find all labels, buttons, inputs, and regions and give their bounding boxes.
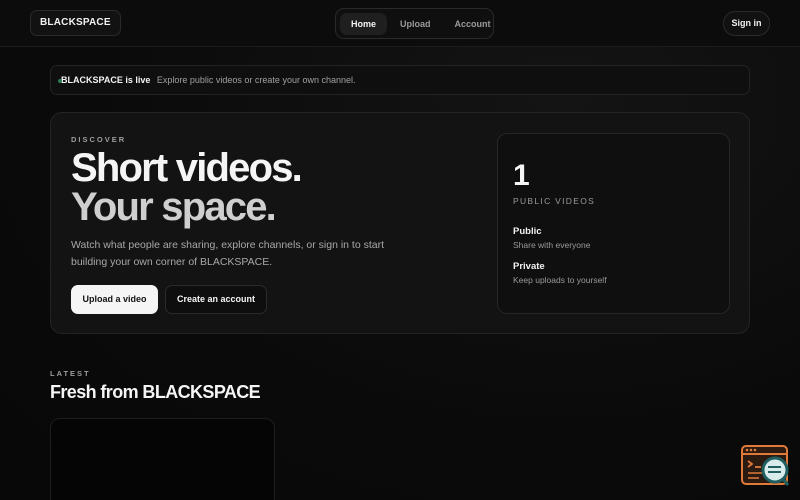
latest-eyebrow: LATEST <box>50 369 91 378</box>
video-card[interactable] <box>50 418 275 500</box>
main-nav: Home Upload Account <box>335 8 494 39</box>
hero-headline: Short videos. Your space. <box>71 146 303 229</box>
upload-video-button[interactable]: Upload a video <box>71 285 158 314</box>
public-video-count: 1 <box>513 159 530 192</box>
sign-in-button[interactable]: Sign in <box>723 11 770 36</box>
visibility-private-subtitle: Keep uploads to yourself <box>513 275 607 285</box>
stats-card: 1 PUBLIC VIDEOS Public Share with everyo… <box>497 133 730 314</box>
hero-panel: DISCOVER Short videos. Your space. Watch… <box>50 112 750 334</box>
banner-title: BLACKSPACE is live <box>61 75 151 85</box>
nav-account[interactable]: Account <box>444 13 502 35</box>
banner-message: Explore public videos or create your own… <box>156 75 356 85</box>
public-video-count-label: PUBLIC VIDEOS <box>513 196 596 206</box>
visibility-public-title: Public <box>513 226 542 237</box>
headline-line-1: Short videos. <box>71 146 303 190</box>
latest-title: Fresh from BLACKSPACE <box>50 382 261 402</box>
visibility-private-title: Private <box>513 261 545 272</box>
live-indicator-dot <box>58 79 62 83</box>
live-banner: BLACKSPACE is live Explore public videos… <box>50 65 750 95</box>
brand-logo[interactable]: BLACKSPACE <box>30 10 121 36</box>
hero-description: Watch what people are sharing, explore c… <box>71 239 385 268</box>
top-bar: BLACKSPACE Home Upload Account Sign in <box>0 0 800 47</box>
hero-eyebrow: DISCOVER <box>71 135 127 144</box>
headline-line-2: Your space. <box>71 185 277 229</box>
visibility-public-subtitle: Share with everyone <box>513 240 591 250</box>
nav-home[interactable]: Home <box>340 12 388 35</box>
nav-upload[interactable]: Upload <box>389 13 442 35</box>
create-account-button[interactable]: Create an account <box>165 285 267 314</box>
assistant-chat-icon[interactable] <box>741 445 790 487</box>
